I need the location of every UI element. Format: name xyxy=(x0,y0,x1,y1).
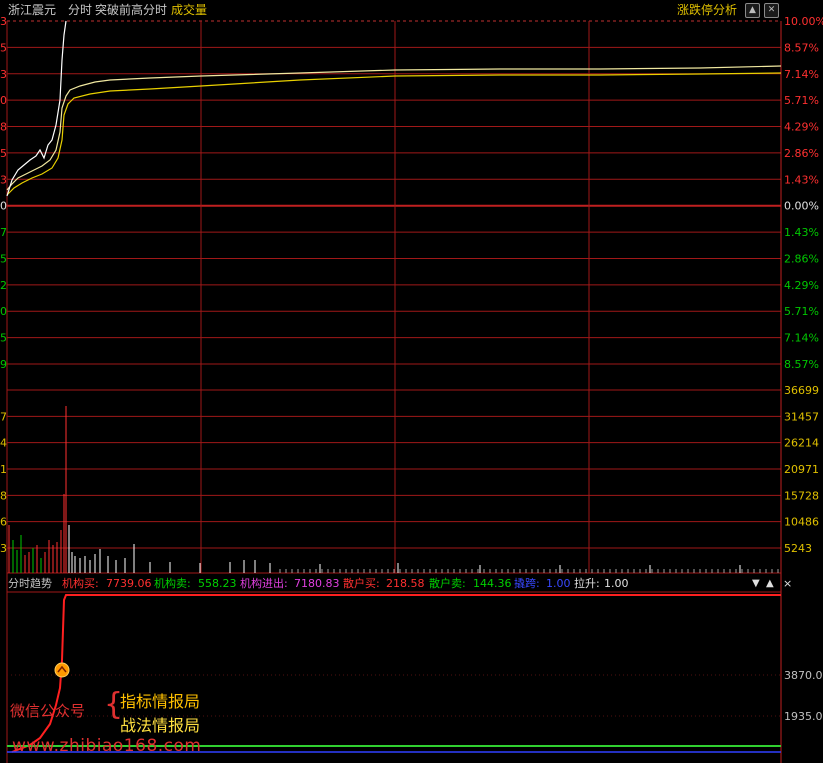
jg-sell-label: 机构卖: xyxy=(154,577,191,590)
volume-left-label: 8 xyxy=(0,489,7,502)
price-left-label: 9 xyxy=(0,358,7,371)
price-left-label: 0 xyxy=(0,305,7,318)
price-right-label: 5.71% xyxy=(784,94,819,107)
price-right-label: 1.43% xyxy=(784,226,819,239)
price-right-label: 4.29% xyxy=(784,279,819,292)
ls-label: 拉升: xyxy=(574,577,600,590)
intraday-chart[interactable]: 10.00% 8.57% 7.14% 5.71% 4.29% 2.86% 1.43% 0.00… xyxy=(0,0,823,763)
jg-buy-label: 机构买: xyxy=(62,577,99,590)
price-right-label: 5.71% xyxy=(784,305,819,318)
indicator-header: 分时趋势 机构买: 7739.06 机构卖: 558.23 机构进出: 7180… xyxy=(0,576,823,592)
price-right-label: 8.57% xyxy=(784,41,819,54)
jg-net-label: 机构进出: xyxy=(240,577,288,590)
price-right-label: 7.14% xyxy=(784,332,819,345)
sh-sell-value: 144.36 xyxy=(473,577,512,590)
price-right-label: 7.14% xyxy=(784,68,819,81)
price-left-label: 5 xyxy=(0,252,7,265)
indicator-close-icon[interactable]: × xyxy=(783,576,792,592)
sh-buy-label: 散户买: xyxy=(343,577,380,590)
price-right-label: 4.29% xyxy=(784,121,819,134)
volume-left-label: 3 xyxy=(0,542,7,555)
price-right-label: 1.43% xyxy=(784,173,819,186)
volume-right-label: 15728 xyxy=(784,489,819,502)
indicator-right-label: 1935.0 xyxy=(784,710,823,723)
volume-right-label: 5243 xyxy=(784,542,812,555)
price-left-label: 5 xyxy=(0,147,7,160)
watermark-wechat: 微信公众号 xyxy=(10,702,86,720)
indicator-up-icon[interactable]: ▲ xyxy=(766,576,774,592)
ls-value: 1.00 xyxy=(604,577,629,590)
jg-sell-value: 558.23 xyxy=(198,577,237,590)
dropdown-icon[interactable]: ▼ xyxy=(752,576,760,592)
ht-label: 撬跨: xyxy=(514,577,540,590)
price-left-label: 5 xyxy=(0,41,7,54)
price-left-label: 7 xyxy=(0,226,7,239)
price-right-label: 2.86% xyxy=(784,147,819,160)
price-left-label: 3 xyxy=(0,68,7,81)
volume-right-label: 26214 xyxy=(784,437,819,450)
price-left-label: 2 xyxy=(0,279,7,292)
volume-left-label: 4 xyxy=(0,437,7,450)
jg-buy-value: 7739.06 xyxy=(106,577,152,590)
indicator-right-label: 3870.0 xyxy=(784,669,823,682)
watermark-line2: 指标情报局 xyxy=(120,692,201,711)
price-left-label: 0 xyxy=(0,200,7,213)
volume-right-label: 31457 xyxy=(784,410,819,423)
volume-left-label: 7 xyxy=(0,410,7,423)
surge-marker-icon xyxy=(54,662,70,678)
volume-right-label: 10486 xyxy=(784,516,819,529)
price-right-label: 0.00% xyxy=(784,200,819,213)
price-left-label: 5 xyxy=(0,332,7,345)
sh-sell-label: 散户卖: xyxy=(429,577,466,590)
volume-right-label: 36699 xyxy=(784,384,819,397)
price-left-label: 3 xyxy=(0,173,7,186)
volume-right-label: 20971 xyxy=(784,463,819,476)
price-left-label: 8 xyxy=(0,121,7,134)
ht-value: 1.00 xyxy=(546,577,571,590)
price-left-label: 0 xyxy=(0,94,7,107)
jg-net-value: 7180.83 xyxy=(294,577,340,590)
price-right-label: 2.86% xyxy=(784,252,819,265)
price-left-label: 3 xyxy=(0,15,7,28)
volume-left-label: 1 xyxy=(0,463,7,476)
sh-buy-value: 218.58 xyxy=(386,577,425,590)
trend-price-line xyxy=(6,65,782,191)
price-right-label: 8.57% xyxy=(784,358,819,371)
indicator-title[interactable]: 分时趋势 xyxy=(8,576,52,592)
avg-price-line xyxy=(6,72,782,196)
price-right-label: 10.00% xyxy=(784,15,823,28)
volume-left-label: 6 xyxy=(0,516,7,529)
watermark-line3: 战法情报局 xyxy=(120,716,201,735)
watermark-url: www.zhibiao168.com xyxy=(12,736,202,756)
